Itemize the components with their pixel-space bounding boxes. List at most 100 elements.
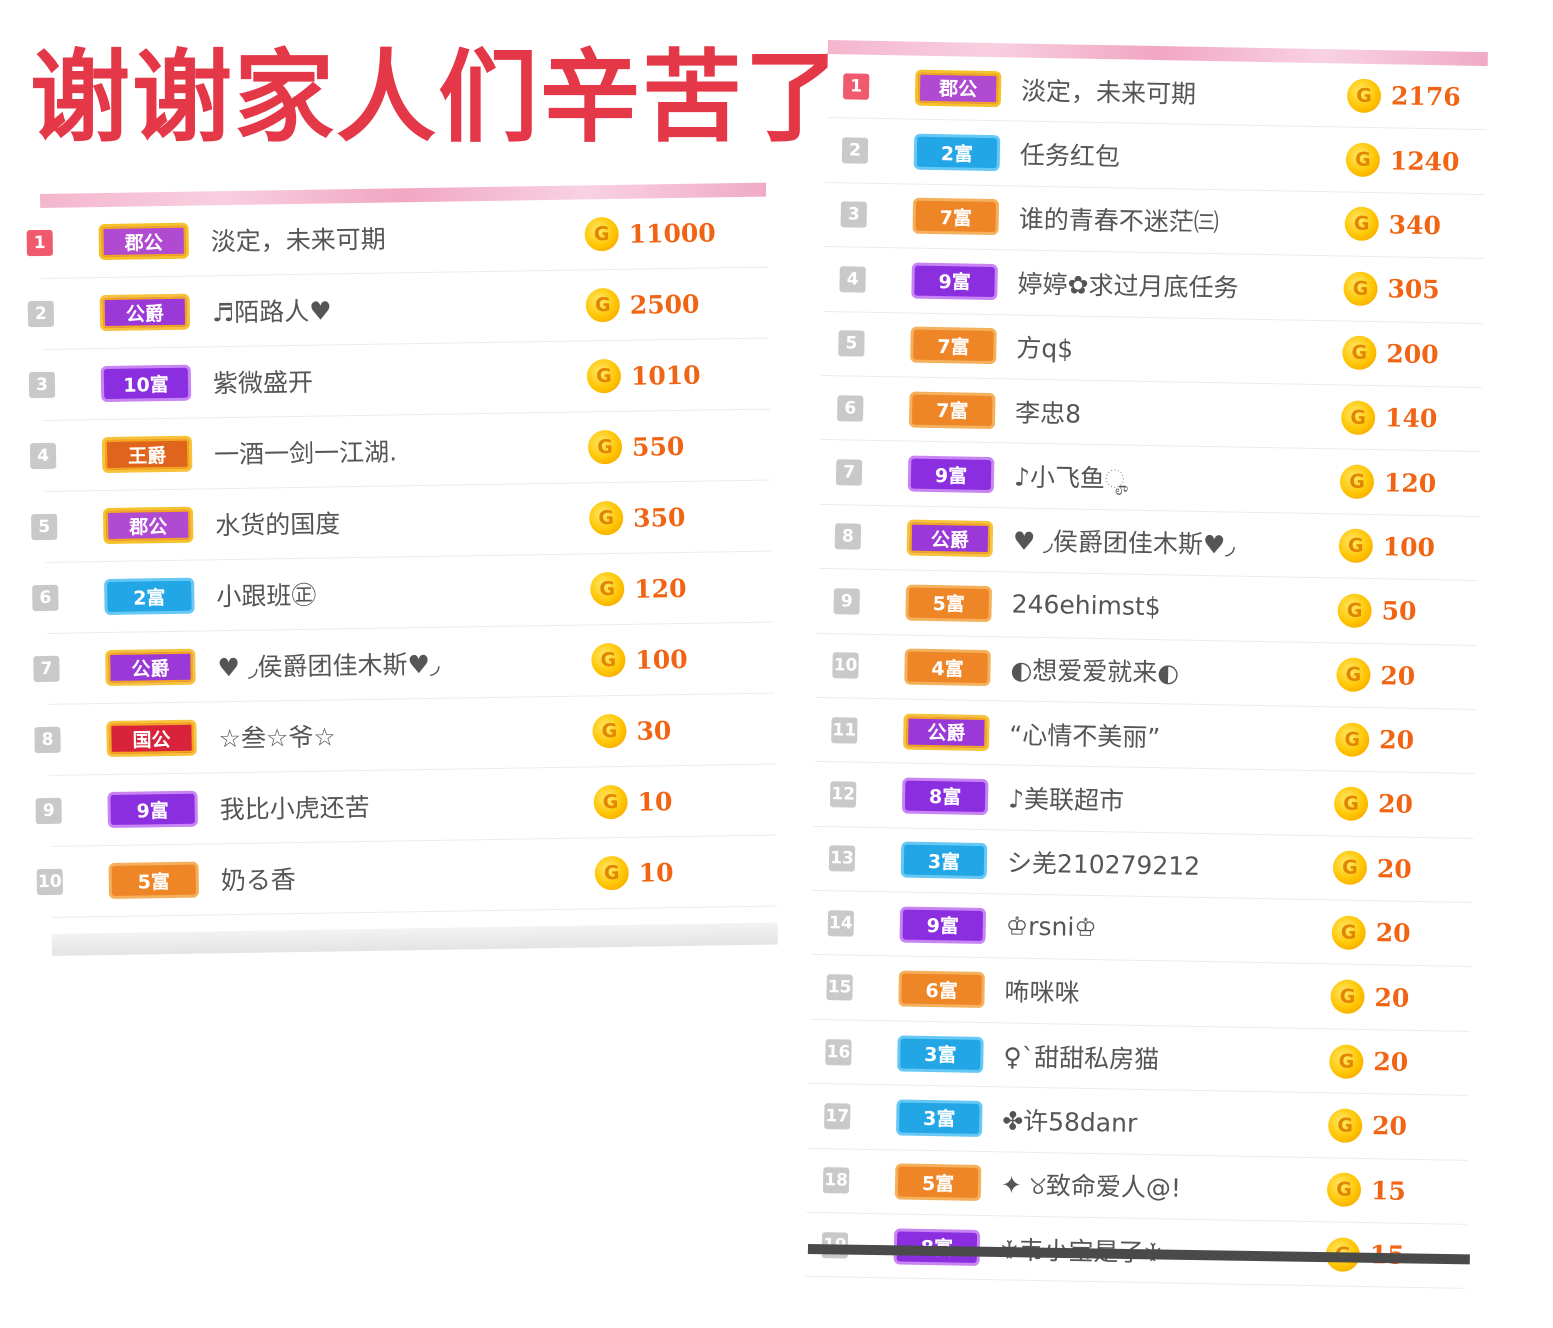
rank-badge: 9富 [911,262,998,301]
user-name[interactable]: “心情不美丽” [1009,715,1336,757]
ranking-row[interactable]: 10 4富 ◐想爱爱就来◐ G 20 [815,633,1478,710]
rank-number: 10 [832,652,859,679]
ranking-row[interactable]: 6 7富 李忠8 G 140 [820,375,1482,453]
ranking-row[interactable]: 17 3富 ✤许58danr G 20 [807,1084,1469,1161]
rank-number: 9 [833,588,860,615]
ranking-row[interactable]: 1 郡公 淡定，未来可期 G 2176 [826,53,1488,131]
contribution-amount: 1010 [630,360,701,391]
coin-icon: G [1327,1108,1363,1143]
ranking-row[interactable]: 15 6富 咘咪咪 G 20 [810,955,1472,1032]
rank-badge: 7富 [908,391,996,429]
ranking-row[interactable]: 4 王爵 一酒一剑一江湖. G 550 [29,409,771,492]
rank-number: 11 [831,716,858,744]
user-name[interactable]: 小跟班㊣ [216,571,591,613]
ranking-row[interactable]: 18 5富 ✦ ୪致命爱人@! G 15 [806,1148,1468,1225]
rank-badge: 郡公 [98,222,190,261]
rank-number: 9 [35,797,62,825]
user-name[interactable]: ♥ ◞侯爵团佳木斯♥◞ [217,642,592,684]
ranking-row[interactable]: 9 9富 我比小虎还苦 G 10 [35,764,777,847]
contribution-amount: 20 [1375,918,1411,949]
user-name[interactable]: シ羌210279212 [1007,844,1334,886]
rank-badge: 3富 [897,1034,984,1073]
user-name[interactable]: 水货的国度 [215,500,590,542]
ranking-row[interactable]: 2 公爵 ♬陌路人♥ G 2500 [27,267,769,350]
ranking-row[interactable]: 10 5富 奶る香 G 10 [36,835,778,918]
ranking-row[interactable]: 8 国公 ☆叁☆爷☆ G 30 [34,693,776,776]
rank-number: 16 [825,1038,852,1066]
rank-number: 6 [32,584,59,612]
contribution-amount: 305 [1387,274,1440,305]
user-name[interactable]: ♬陌路人♥ [212,287,587,329]
user-name[interactable]: 任务红包 [1020,136,1347,178]
rank-badge: 4富 [904,648,991,687]
left-ranking-list: 1 郡公 淡定，未来可期 G 11000 2 公爵 ♬陌路人♥ G 2500 3 10富 紫微盛开 G 10… [26,196,778,918]
coin-icon: G [1338,528,1374,564]
user-name[interactable]: ✤许58danr [1002,1101,1329,1143]
ranking-row[interactable]: 13 3富 シ羌210279212 G 20 [812,826,1474,904]
user-name[interactable]: 246ehimst$ [1011,590,1337,625]
user-name[interactable]: ☆叁☆爷☆ [218,713,593,755]
contribution-amount: 2500 [629,289,700,320]
rank-number: 1 [26,229,53,257]
contribution-amount: 340 [1388,210,1442,241]
ranking-row[interactable]: 4 9富 婷婷✿求过月底任务 G 305 [823,247,1485,324]
user-name[interactable]: 奶る香 [221,855,596,897]
rank-badge: 公爵 [105,648,196,687]
user-name[interactable]: ♀`甜甜私房猫 [1003,1037,1330,1079]
user-name[interactable]: 婷婷✿求过月底任务 [1017,264,1344,306]
user-name[interactable]: ◐想爱爱就来◐ [1010,651,1337,693]
user-name[interactable]: ♔rsni♔ [1006,912,1332,947]
contribution-amount: 120 [1383,467,1437,498]
ranking-row[interactable]: 2 2富 任务红包 G 1240 [825,118,1487,195]
contribution-amount: 20 [1380,660,1416,691]
user-name[interactable]: ✦ ୪致命爱人@! [1001,1166,1328,1208]
ranking-row[interactable]: 11 公爵 “心情不美丽” G 20 [814,697,1476,775]
right-ranking-list: 1 郡公 淡定，未来可期 G 2176 2 2富 任务红包 G 1240 3 7富 谁的青春不迷茫㈢ G 3… [805,53,1488,1290]
ranking-row[interactable]: 3 7富 谁的青春不迷茫㈢ G 340 [824,182,1486,260]
contribution-amount: 20 [1373,1047,1409,1077]
user-name[interactable]: 紫微盛开 [213,358,588,400]
rank-badge: 10富 [100,364,192,403]
ranking-row[interactable]: 5 7富 方q$ G 200 [821,311,1483,388]
user-name[interactable]: 一酒一剑一江湖. [214,429,589,471]
user-name[interactable]: 淡定，未来可期 [1021,71,1348,113]
rank-badge: 国公 [106,719,197,758]
contribution-amount: 20 [1377,789,1414,820]
rank-number: 6 [837,394,864,422]
user-name[interactable]: ♪小飞鱼ೄ [1014,458,1341,500]
rank-badge: 9富 [899,906,987,944]
ranking-row[interactable]: 14 9富 ♔rsni♔ G 20 [811,890,1473,968]
coin-icon: G [590,571,625,607]
user-name[interactable]: ♪美联超市 [1008,779,1335,821]
rank-number: 10 [36,868,64,896]
contribution-amount: 120 [634,573,687,604]
coin-icon: G [594,855,630,891]
user-name[interactable]: 淡定，未来可期 [210,216,585,258]
coin-icon: G [586,358,622,394]
ranking-row[interactable]: 7 公爵 ♥ ◞侯爵团佳木斯♥◞ G 100 [33,622,774,705]
contribution-amount: 100 [635,644,688,675]
ranking-row[interactable]: 3 10富 紫微盛开 G 1010 [28,338,770,421]
ranking-row[interactable]: 6 2富 小跟班㊣ G 120 [32,551,773,634]
rank-badge: 公爵 [903,713,990,751]
rank-badge: 郡公 [102,506,194,545]
ranking-row[interactable]: 12 8富 ♪美联超市 G 20 [813,762,1475,839]
user-name[interactable]: 我比小虎还苦 [219,784,594,826]
user-name[interactable]: 咘咪咪 [1004,973,1331,1015]
contribution-amount: 140 [1384,403,1438,434]
user-name[interactable]: 方q$ [1016,329,1343,371]
ranking-row[interactable]: 9 5富 246ehimst$ G 50 [817,569,1479,646]
ranking-row[interactable]: 5 郡公 水货的国度 G 350 [31,480,772,563]
contribution-amount: 10 [638,857,674,888]
ranking-row[interactable]: 16 3富 ♀`甜甜私房猫 G 20 [808,1019,1470,1097]
contribution-amount: 350 [632,502,686,533]
ranking-row[interactable]: 1 郡公 淡定，未来可期 G 11000 [26,196,768,279]
user-name[interactable]: ♥ ◞侯爵团佳木斯♥◞ [1013,522,1340,564]
user-name[interactable]: 谁的青春不迷茫㈢ [1018,200,1345,242]
coin-icon: G [1337,593,1372,628]
ranking-row[interactable]: 7 9富 ♪小飞鱼ೄ G 120 [819,440,1481,517]
user-name[interactable]: 李忠8 [1015,393,1342,435]
ranking-row[interactable]: 8 公爵 ♥ ◞侯爵团佳木斯♥◞ G 100 [818,504,1480,582]
rank-badge: 2富 [913,133,1001,172]
rank-number: 12 [829,781,857,808]
